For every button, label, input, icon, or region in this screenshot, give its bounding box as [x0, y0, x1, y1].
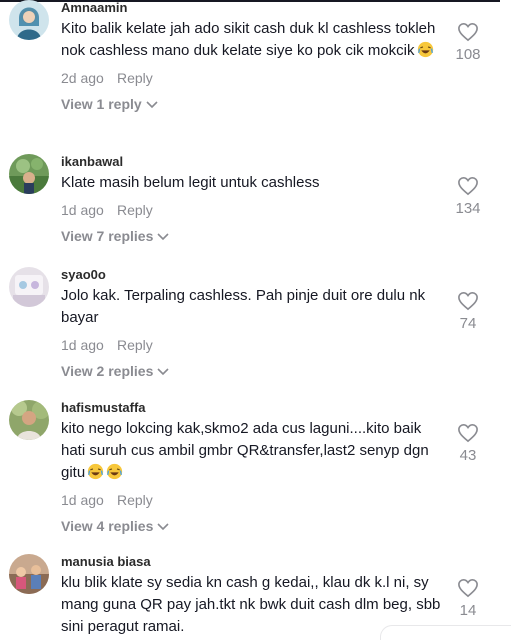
- comment-username[interactable]: ikanbawal: [61, 154, 441, 170]
- reply-button[interactable]: Reply: [117, 202, 153, 218]
- avatar[interactable]: [9, 267, 49, 307]
- heart-icon: [458, 578, 478, 598]
- like-count: 43: [459, 447, 477, 464]
- comment-username[interactable]: syao0o: [61, 267, 441, 283]
- laughing-emoji-icon: [107, 463, 123, 480]
- reply-button[interactable]: Reply: [117, 492, 153, 508]
- like-button[interactable]: 43: [446, 423, 490, 465]
- laughing-emoji-icon: [88, 463, 104, 480]
- comment-meta: 2d ago Reply: [61, 68, 441, 88]
- comment-meta: 1d ago Reply: [61, 335, 441, 355]
- comment-meta: 1d ago Reply: [61, 200, 441, 220]
- bottom-panel-edge: [380, 625, 511, 640]
- avatar[interactable]: [9, 400, 49, 440]
- chevron-down-icon: [157, 233, 169, 241]
- view-replies-button[interactable]: View 7 replies: [61, 226, 441, 246]
- reply-button[interactable]: Reply: [117, 337, 153, 353]
- comment-text: Kito balik kelate jah ado sikit cash duk…: [61, 20, 436, 59]
- like-button[interactable]: 74: [446, 291, 490, 333]
- chevron-down-icon: [146, 101, 158, 109]
- like-count: 108: [455, 46, 481, 63]
- comment-time: 1d ago: [61, 202, 104, 218]
- view-replies-button[interactable]: View 1 reply: [61, 94, 441, 114]
- avatar[interactable]: [9, 554, 49, 594]
- like-button[interactable]: 14: [446, 578, 490, 620]
- heart-icon: [458, 423, 478, 443]
- comment-text: kito nego lokcing kak,skmo2 ada cus lagu…: [61, 420, 429, 481]
- heart-icon: [458, 176, 478, 196]
- heart-icon: [458, 291, 478, 311]
- heart-icon: [458, 22, 478, 42]
- comment-username[interactable]: hafismustaffa: [61, 400, 441, 416]
- comment-text: Klate masih belum legit untuk cashless: [61, 174, 320, 191]
- like-button[interactable]: 108: [446, 22, 490, 64]
- laughing-emoji-icon: [417, 41, 433, 58]
- like-count: 74: [459, 315, 477, 332]
- view-replies-button[interactable]: View 4 replies: [61, 516, 441, 536]
- comment-text: Jolo kak. Terpaling cashless. Pah pinje …: [61, 287, 426, 326]
- view-replies-button[interactable]: View 2 replies: [61, 361, 441, 381]
- comment-meta: 1d ago Reply: [61, 490, 441, 510]
- chevron-down-icon: [157, 523, 169, 531]
- comment-username[interactable]: manusia biasa: [61, 554, 441, 570]
- comment-time: 1d ago: [61, 337, 104, 353]
- like-count: 14: [459, 602, 477, 619]
- comment-username[interactable]: Amnaamin: [61, 0, 441, 16]
- avatar[interactable]: [9, 0, 49, 40]
- comment-time: 1d ago: [61, 492, 104, 508]
- comment-time: 2d ago: [61, 70, 104, 86]
- reply-button[interactable]: Reply: [117, 70, 153, 86]
- avatar[interactable]: [9, 154, 49, 194]
- like-button[interactable]: 134: [446, 176, 490, 218]
- chevron-down-icon: [157, 368, 169, 376]
- like-count: 134: [455, 200, 481, 217]
